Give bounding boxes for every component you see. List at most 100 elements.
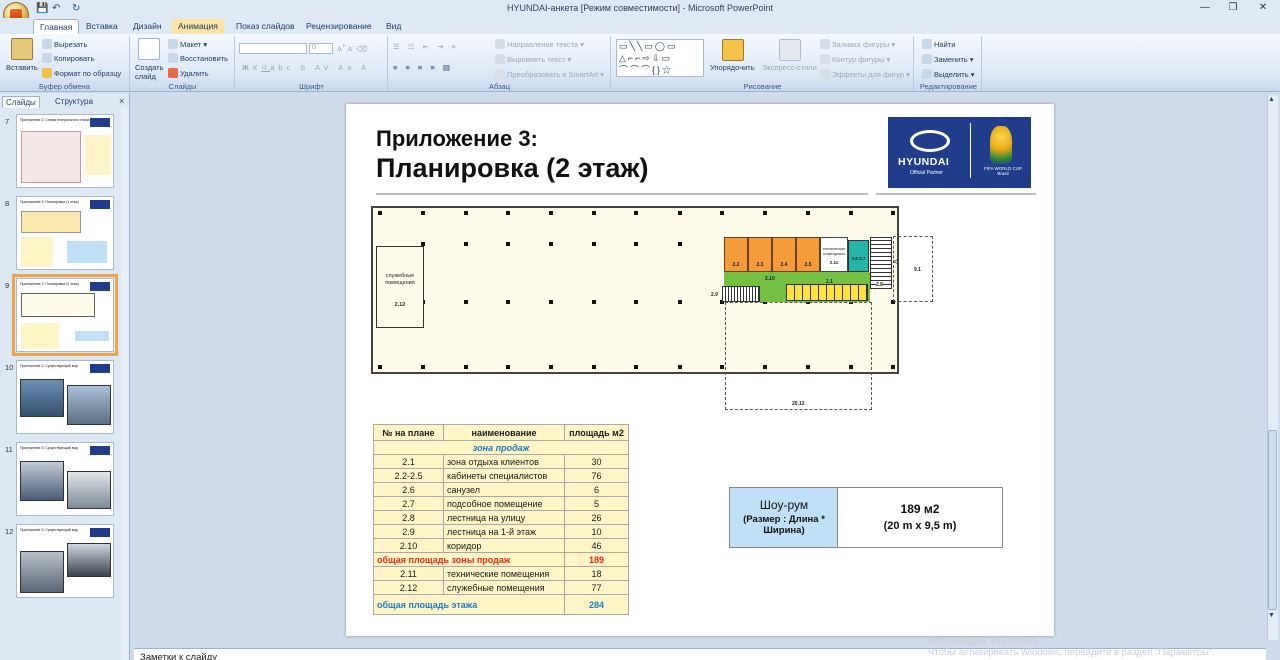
shapes-gallery[interactable]: ▭╲╲▭◯▭ △⌐⌐⇨⇩▭ ⌒⌒⌒{}☆ xyxy=(616,39,704,77)
slide-thumbnail-8[interactable]: Приложение 3: Планировка (1 этаж) xyxy=(16,196,114,270)
cut-button[interactable]: Вырезать xyxy=(42,39,87,49)
logo-fifa: FIFA WORLD CUP Brasil xyxy=(983,166,1022,176)
room-service xyxy=(376,246,424,328)
tab-review[interactable]: Рецензирование xyxy=(300,19,378,34)
find-button[interactable]: Найти xyxy=(922,39,955,49)
table-row: общая площадь этажа 284 xyxy=(373,594,629,615)
select-button[interactable]: Выделить ▾ xyxy=(922,69,974,79)
effects-icon xyxy=(820,69,830,79)
table-row: 2.9 лестница на 1-й этаж 10 xyxy=(373,524,629,539)
tab-slides[interactable]: Слайды xyxy=(2,96,40,108)
table-cell: 2.9 xyxy=(373,524,444,539)
showroom-dims-label: (Размер : Длина * Ширина) xyxy=(743,514,825,536)
reset-button[interactable]: Восстановить xyxy=(168,53,228,63)
thumb-title: Приложение 3: Планировка (2 этаж) xyxy=(20,282,79,286)
slide-title-line1[interactable]: Приложение 3: xyxy=(376,126,538,152)
scroll-up-icon[interactable]: ▲ xyxy=(1268,96,1275,103)
arrange-icon[interactable] xyxy=(722,39,744,61)
area-table[interactable]: № на плане наименование площадь м2 зона … xyxy=(373,424,629,615)
office-number: 2.4 xyxy=(780,262,788,268)
table-cell: лестница на улицу xyxy=(443,510,565,525)
title-underline xyxy=(876,193,1036,195)
format-painter-button[interactable]: Формат по образцу xyxy=(42,68,121,78)
column-marker xyxy=(421,365,425,369)
column-marker xyxy=(720,365,724,369)
quick-styles-button[interactable]: Экспресс-стили xyxy=(762,63,817,72)
lounge-number: 2.1 xyxy=(826,279,833,285)
shape-fill-button[interactable]: Заливка фигуры ▾ xyxy=(820,39,895,49)
thumb-logo xyxy=(90,200,110,209)
room-office: 2.2 xyxy=(724,237,748,272)
logo-divider xyxy=(970,123,971,178)
close-button[interactable]: ✕ xyxy=(1250,2,1276,16)
shape-outline-label: Контур фигуры xyxy=(832,55,885,64)
column-marker xyxy=(634,242,638,246)
tab-design[interactable]: Дизайн xyxy=(127,19,168,34)
activation-watermark: Активация Windows xyxy=(928,633,1039,647)
copy-button[interactable]: Копировать xyxy=(42,53,94,63)
list-icons[interactable]: ☰ ☷ ⇤ ⇥ ≡ xyxy=(393,42,459,51)
office-number: 2.5 xyxy=(804,262,812,268)
slide-number: 10 xyxy=(5,363,14,372)
scrollbar-thumb[interactable] xyxy=(1268,430,1277,610)
column-marker xyxy=(592,300,596,304)
group-slides: Создать слайд Макет ▾ Восстановить Удали… xyxy=(131,36,235,91)
text-direction-button[interactable]: Направление текста ▾ xyxy=(495,39,584,49)
notes-placeholder: Заметки к слайду xyxy=(140,652,217,660)
tab-outline[interactable]: Структура xyxy=(52,96,96,108)
slides-panel-scrollbar[interactable] xyxy=(121,108,129,660)
delete-slide-button[interactable]: Удалить xyxy=(168,68,209,78)
font-size-select[interactable]: 0 xyxy=(309,43,333,54)
tab-view[interactable]: Вид xyxy=(380,19,407,34)
grow-font-icon[interactable]: A+ A- ⌫ xyxy=(337,43,367,54)
new-slide-button[interactable]: Создать слайд xyxy=(135,63,165,81)
customer-lounge xyxy=(786,284,868,301)
tab-animation[interactable]: Анимация xyxy=(172,19,224,34)
slide-thumbnail-12[interactable]: Приложение 3: Существующий вид xyxy=(16,524,114,598)
group-drawing: ▭╲╲▭◯▭ △⌐⌐⇨⇩▭ ⌒⌒⌒{}☆ Упорядочить Экспресс-… xyxy=(612,36,914,91)
fill-icon xyxy=(820,39,830,49)
maximize-button[interactable]: ❐ xyxy=(1220,2,1246,16)
bottom-area-number: 20.12 xyxy=(792,401,805,407)
paste-button[interactable]: Вставить xyxy=(6,63,38,72)
activation-watermark-sub: Чтобы активировать Windows, перейдите в … xyxy=(928,647,1215,658)
column-header: наименование xyxy=(443,424,565,441)
font-name-select[interactable] xyxy=(239,43,307,54)
shape-outline-button[interactable]: Контур фигуры ▾ xyxy=(820,54,890,64)
table-cell: 2.10 xyxy=(373,538,444,553)
reset-label: Восстановить xyxy=(180,54,229,63)
column-marker xyxy=(763,211,767,215)
column-marker xyxy=(592,365,596,369)
shape-effects-label: Эффекты для фигур xyxy=(832,70,905,79)
new-slide-icon[interactable] xyxy=(138,38,160,60)
align-text-button[interactable]: Выровнять текст ▾ xyxy=(495,54,571,64)
shape-effects-button[interactable]: Эффекты для фигур ▾ xyxy=(820,69,910,79)
smartart-button[interactable]: Преобразовать в SmartArt ▾ xyxy=(495,69,604,79)
slide-thumbnail-10[interactable]: Приложение 3: Существующий вид xyxy=(16,360,114,434)
slide-thumbnail-11[interactable]: Приложение 3: Существующий вид xyxy=(16,442,114,516)
slide-thumbnail-7[interactable]: Приложение 2: Схема генерального плана xyxy=(16,114,114,188)
slide-title-line2[interactable]: Планировка (2 этаж) xyxy=(376,153,649,184)
align-icons[interactable]: ≡ ≡ ≡ ≡ ▤ xyxy=(393,63,453,72)
arrange-button[interactable]: Упорядочить xyxy=(710,63,755,72)
align-text-label: Выровнять текст xyxy=(507,55,566,64)
quick-styles-icon[interactable] xyxy=(779,39,801,61)
tab-insert[interactable]: Вставка xyxy=(80,19,124,34)
column-marker xyxy=(592,211,596,215)
scroll-down-icon[interactable]: ▼ xyxy=(1268,612,1275,619)
font-style-buttons[interactable]: ЖКЧabc S AV Aa A xyxy=(242,63,370,72)
table-cell: 2.12 xyxy=(373,580,444,595)
tab-slideshow[interactable]: Показ слайдов xyxy=(230,19,301,34)
layout-button[interactable]: Макет ▾ xyxy=(168,39,207,49)
tab-home[interactable]: Главная xyxy=(33,19,80,34)
replace-button[interactable]: Заменить ▾ xyxy=(922,54,974,64)
delete-label: Удалить xyxy=(180,69,209,78)
close-panel-icon[interactable]: × xyxy=(119,96,124,106)
paste-icon[interactable] xyxy=(11,38,33,60)
minimize-button[interactable]: — xyxy=(1192,2,1218,16)
slide-thumbnail-9[interactable]: Приложение 3: Планировка (2 этаж) xyxy=(12,274,118,356)
thumb-logo xyxy=(90,282,110,291)
column-marker xyxy=(806,211,810,215)
column-marker xyxy=(891,365,895,369)
column-marker xyxy=(849,211,853,215)
